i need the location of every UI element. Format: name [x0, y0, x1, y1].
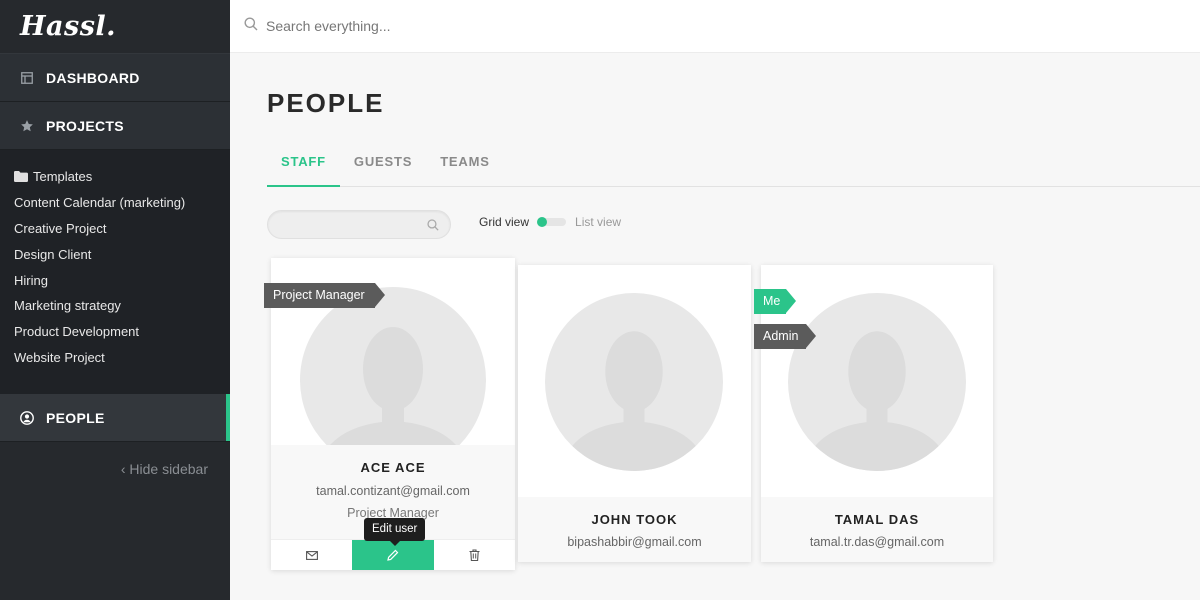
delete-user-button[interactable] [434, 540, 515, 570]
email-user-button[interactable] [271, 540, 352, 570]
project-item[interactable]: Content Calendar (marketing) [0, 190, 230, 216]
search-icon[interactable] [427, 218, 439, 236]
admin-ribbon: Admin [754, 324, 816, 349]
person-name: JOHN TOOK [591, 512, 678, 527]
avatar-placeholder-icon [545, 293, 723, 471]
projects-list: Templates Content Calendar (marketing) C… [0, 150, 230, 394]
logo-text: Hassl. [20, 11, 117, 42]
calendar-icon [20, 71, 34, 85]
person-name: TAMAL DAS [834, 512, 920, 527]
app-logo[interactable]: Hassl. [0, 0, 230, 54]
user-circle-icon [20, 410, 34, 425]
list-view-label[interactable]: List view [575, 215, 621, 229]
me-ribbon: Me [754, 289, 796, 314]
project-item[interactable]: Marketing strategy [0, 293, 230, 319]
search-icon [244, 17, 258, 36]
person-info: JOHN TOOK bipashabbir@gmail.com [518, 497, 751, 562]
sidebar: Hassl. DASHBOARD PROJECTS Templates Cont… [0, 0, 230, 600]
role-ribbon: Project Manager [264, 283, 385, 308]
project-item[interactable]: Product Development [0, 319, 230, 345]
grid-view-label[interactable]: Grid view [479, 215, 529, 229]
avatar [518, 265, 751, 497]
view-toggle: Grid view List view [479, 215, 621, 229]
pencil-icon [387, 549, 399, 561]
avatar-placeholder-icon [300, 287, 486, 445]
people-search [267, 210, 451, 239]
project-label: Hiring [14, 272, 48, 288]
project-item-templates[interactable]: Templates [0, 164, 230, 190]
nav-projects-label: PROJECTS [46, 117, 124, 134]
top-search-bar [230, 0, 1200, 53]
trash-icon [469, 549, 480, 561]
tab-staff[interactable]: STAFF [267, 147, 340, 187]
page-title: PEOPLE [267, 88, 385, 118]
edit-user-tooltip: Edit user [364, 518, 426, 546]
hide-sidebar-button[interactable]: ‹ Hide sidebar [121, 461, 208, 477]
project-item[interactable]: Creative Project [0, 216, 230, 242]
nav-people-label: PEOPLE [46, 409, 105, 426]
project-label: Marketing strategy [14, 298, 121, 314]
nav-dashboard-label: DASHBOARD [46, 69, 140, 86]
people-tabs: STAFF GUESTS TEAMS [267, 147, 1200, 187]
project-label: Creative Project [14, 220, 107, 236]
project-item[interactable]: Design Client [0, 241, 230, 267]
mail-icon [305, 550, 318, 560]
project-label: Content Calendar (marketing) [14, 195, 186, 211]
nav-projects[interactable]: PROJECTS [0, 102, 230, 150]
project-item[interactable]: Website Project [0, 345, 230, 371]
project-item[interactable]: Hiring [0, 267, 230, 293]
nav-dashboard[interactable]: DASHBOARD [0, 54, 230, 102]
people-search-input[interactable] [268, 211, 418, 238]
project-label: Product Development [14, 324, 140, 340]
tab-guests[interactable]: GUESTS [340, 147, 426, 187]
project-label: Design Client [14, 246, 92, 262]
star-icon [20, 119, 34, 133]
person-email: tamal.contizant@gmail.com [316, 484, 470, 498]
chevron-left-icon: ‹ [120, 461, 126, 477]
person-name: ACE ACE [360, 460, 426, 475]
person-card[interactable]: JOHN TOOK bipashabbir@gmail.com [518, 265, 751, 562]
person-info: TAMAL DAS tamal.tr.das@gmail.com [761, 497, 993, 562]
tab-teams[interactable]: TEAMS [426, 147, 504, 187]
person-email: bipashabbir@gmail.com [567, 535, 702, 549]
hide-sidebar-label: Hide sidebar [129, 461, 208, 477]
nav-people[interactable]: PEOPLE [0, 394, 230, 442]
project-label: Templates [33, 169, 93, 185]
folder-icon [14, 171, 28, 183]
project-label: Website Project [14, 349, 105, 365]
person-email: tamal.tr.das@gmail.com [809, 535, 945, 549]
global-search-input[interactable] [266, 18, 666, 34]
view-toggle-switch[interactable] [537, 217, 567, 227]
toggle-knob [537, 217, 548, 227]
avatar-placeholder-icon [788, 293, 966, 471]
